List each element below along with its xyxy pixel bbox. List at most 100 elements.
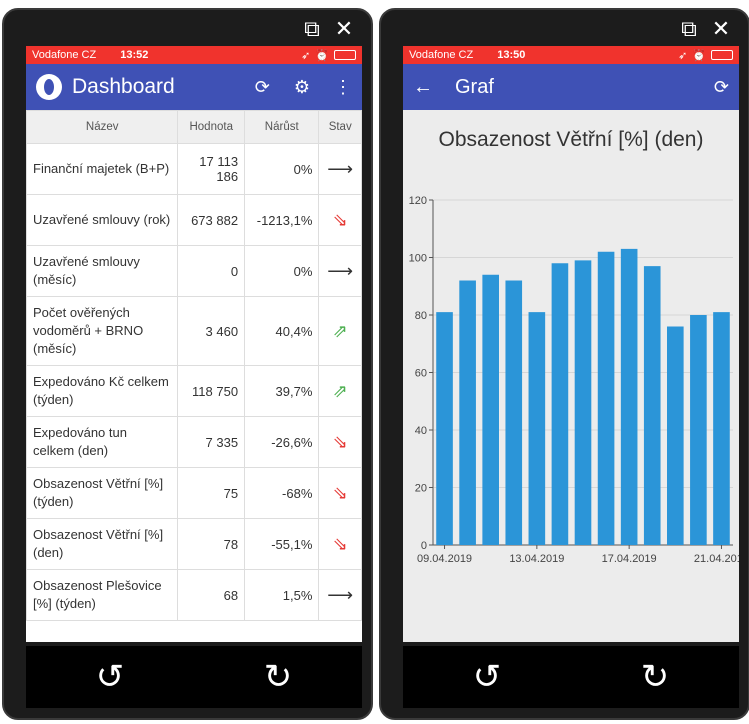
status-icons: ➶ ⏰	[678, 49, 733, 62]
rotate-right-icon[interactable]: ↻	[264, 657, 293, 697]
bar	[551, 263, 569, 545]
location-icon: ➶	[678, 49, 688, 62]
row-value: 118 750	[177, 365, 246, 417]
popout-icon[interactable]: ⧉	[301, 18, 323, 40]
column-header-status[interactable]: Stav	[318, 110, 362, 144]
row-value: 75	[177, 467, 246, 519]
dashboard-table: Název Hodnota Nárůst Stav Finanční majet…	[26, 110, 362, 621]
chart-title: Obsazenost Větřní [%] (den)	[438, 128, 704, 151]
app-logo-icon	[36, 74, 62, 100]
bar	[436, 312, 453, 545]
row-name: Obsazenost Větřní [%] (den)	[26, 518, 179, 570]
row-value: 17 113 186	[177, 143, 246, 195]
table-row[interactable]: Uzavřené smlouvy (rok) 673 882 -1213,1% ⇘	[26, 194, 362, 246]
x-tick-label: 21.04.2019	[694, 553, 739, 565]
y-tick-label: 80	[415, 310, 427, 322]
table-row[interactable]: Finanční majetek (B+P) 17 113 186 0% ⟶	[26, 143, 362, 195]
y-tick-label: 100	[409, 253, 427, 265]
refresh-icon[interactable]: ⟳	[255, 77, 270, 98]
page-title: Graf	[455, 75, 494, 98]
trend-down-icon: ⇘	[318, 467, 362, 519]
app-bar: ← Graf ⟳	[403, 64, 739, 110]
bar	[459, 280, 476, 545]
trend-down-icon: ⇘	[318, 416, 362, 468]
row-value: 3 460	[177, 296, 246, 366]
status-time: 13:50	[497, 49, 526, 61]
y-tick-label: 120	[409, 195, 427, 207]
row-name: Obsazenost Plešovice [%] (týden)	[26, 569, 179, 621]
trend-flat-icon: ⟶	[318, 569, 362, 621]
y-tick-label: 40	[415, 425, 427, 437]
table-row[interactable]: Obsazenost Větřní [%] (týden) 75 -68% ⇘	[26, 467, 362, 519]
app-bar: Dashboard ⟳ ⚙ ⋮	[26, 64, 362, 110]
bar	[528, 312, 546, 545]
row-growth: 0%	[244, 245, 320, 297]
x-tick-label: 17.04.2019	[602, 553, 657, 565]
rotate-right-icon[interactable]: ↻	[641, 657, 670, 697]
window-controls: ⧉ ✕	[301, 18, 355, 40]
status-bar: Vodafone CZ 13:52 ➶ ⏰	[26, 46, 362, 64]
alarm-icon: ⏰	[692, 49, 706, 62]
table-row[interactable]: Obsazenost Plešovice [%] (týden) 68 1,5% ⟶	[26, 569, 362, 621]
row-name: Finanční majetek (B+P)	[26, 143, 179, 195]
close-icon[interactable]: ✕	[710, 18, 732, 40]
bottom-nav: ↺ ↻	[403, 646, 739, 708]
row-name: Obsazenost Větřní [%] (týden)	[26, 467, 179, 519]
column-header-name[interactable]: Název	[26, 110, 179, 144]
row-value: 0	[177, 245, 246, 297]
dashboard-screen: Vodafone CZ 13:52 ➶ ⏰ Dashboard ⟳ ⚙ ⋮ Ná…	[26, 46, 362, 642]
row-growth: 40,4%	[244, 296, 320, 366]
bar	[713, 312, 730, 545]
table-row[interactable]: Expedováno tun celkem (den) 7 335 -26,6% ⇘	[26, 416, 362, 468]
trend-flat-icon: ⟶	[318, 143, 362, 195]
row-value: 78	[177, 518, 246, 570]
rotate-left-icon[interactable]: ↺	[96, 657, 125, 697]
rotate-left-icon[interactable]: ↺	[473, 657, 502, 697]
back-arrow-icon[interactable]: ←	[413, 76, 433, 99]
bar-chart: 0 20 40 60 80 100 120 09.04.2019 13.04.2019 17.04…	[409, 195, 739, 565]
page-title: Dashboard	[72, 75, 175, 98]
row-growth: -55,1%	[244, 518, 320, 570]
x-tick-label: 09.04.2019	[417, 553, 472, 565]
location-icon: ➶	[301, 49, 311, 62]
row-growth: -26,6%	[244, 416, 320, 468]
more-vert-icon[interactable]: ⋮	[334, 77, 352, 98]
row-value: 68	[177, 569, 246, 621]
bar	[667, 326, 684, 545]
bottom-nav: ↺ ↻	[26, 646, 362, 708]
y-tick-label: 60	[415, 368, 427, 380]
gear-icon[interactable]: ⚙	[294, 77, 310, 98]
carrier-label: Vodafone CZ	[32, 49, 97, 61]
bar	[505, 280, 523, 545]
status-bar: Vodafone CZ 13:50 ➶ ⏰	[403, 46, 739, 64]
table-row[interactable]: Počet ověřených vodoměrů + BRNO (měsíc) 3…	[26, 296, 362, 366]
table-row[interactable]: Obsazenost Větřní [%] (den) 78 -55,1% ⇘	[26, 518, 362, 570]
bar	[574, 260, 592, 545]
close-icon[interactable]: ✕	[333, 18, 355, 40]
trend-up-icon: ⇗	[318, 296, 362, 366]
window-controls: ⧉ ✕	[678, 18, 732, 40]
row-name: Počet ověřených vodoměrů + BRNO (měsíc)	[26, 296, 179, 366]
right-phone-frame: ⧉ ✕ Vodafone CZ 13:50 ➶ ⏰ ← Graf ⟳ Obsaz…	[379, 8, 749, 720]
popout-icon[interactable]: ⧉	[678, 18, 700, 40]
row-growth: 0%	[244, 143, 320, 195]
y-tick-label: 0	[421, 540, 427, 552]
column-header-growth[interactable]: Nárůst	[244, 110, 320, 144]
trend-down-icon: ⇘	[318, 518, 362, 570]
row-name: Uzavřené smlouvy (rok)	[26, 194, 179, 246]
refresh-icon[interactable]: ⟳	[714, 77, 729, 98]
bar	[597, 251, 615, 545]
bar	[482, 274, 499, 545]
row-value: 673 882	[177, 194, 246, 246]
row-value: 7 335	[177, 416, 246, 468]
trend-down-icon: ⇘	[318, 194, 362, 246]
bar	[620, 248, 638, 545]
column-header-value[interactable]: Hodnota	[177, 110, 246, 144]
table-row[interactable]: Uzavřené smlouvy (měsíc) 0 0% ⟶	[26, 245, 362, 297]
row-name: Uzavřené smlouvy (měsíc)	[26, 245, 179, 297]
bar	[690, 315, 707, 545]
table-row[interactable]: Expedováno Kč celkem (týden) 118 750 39,7%…	[26, 365, 362, 417]
status-icons: ➶ ⏰	[301, 49, 356, 62]
y-tick-label: 20	[415, 483, 427, 495]
status-time: 13:52	[120, 49, 149, 61]
